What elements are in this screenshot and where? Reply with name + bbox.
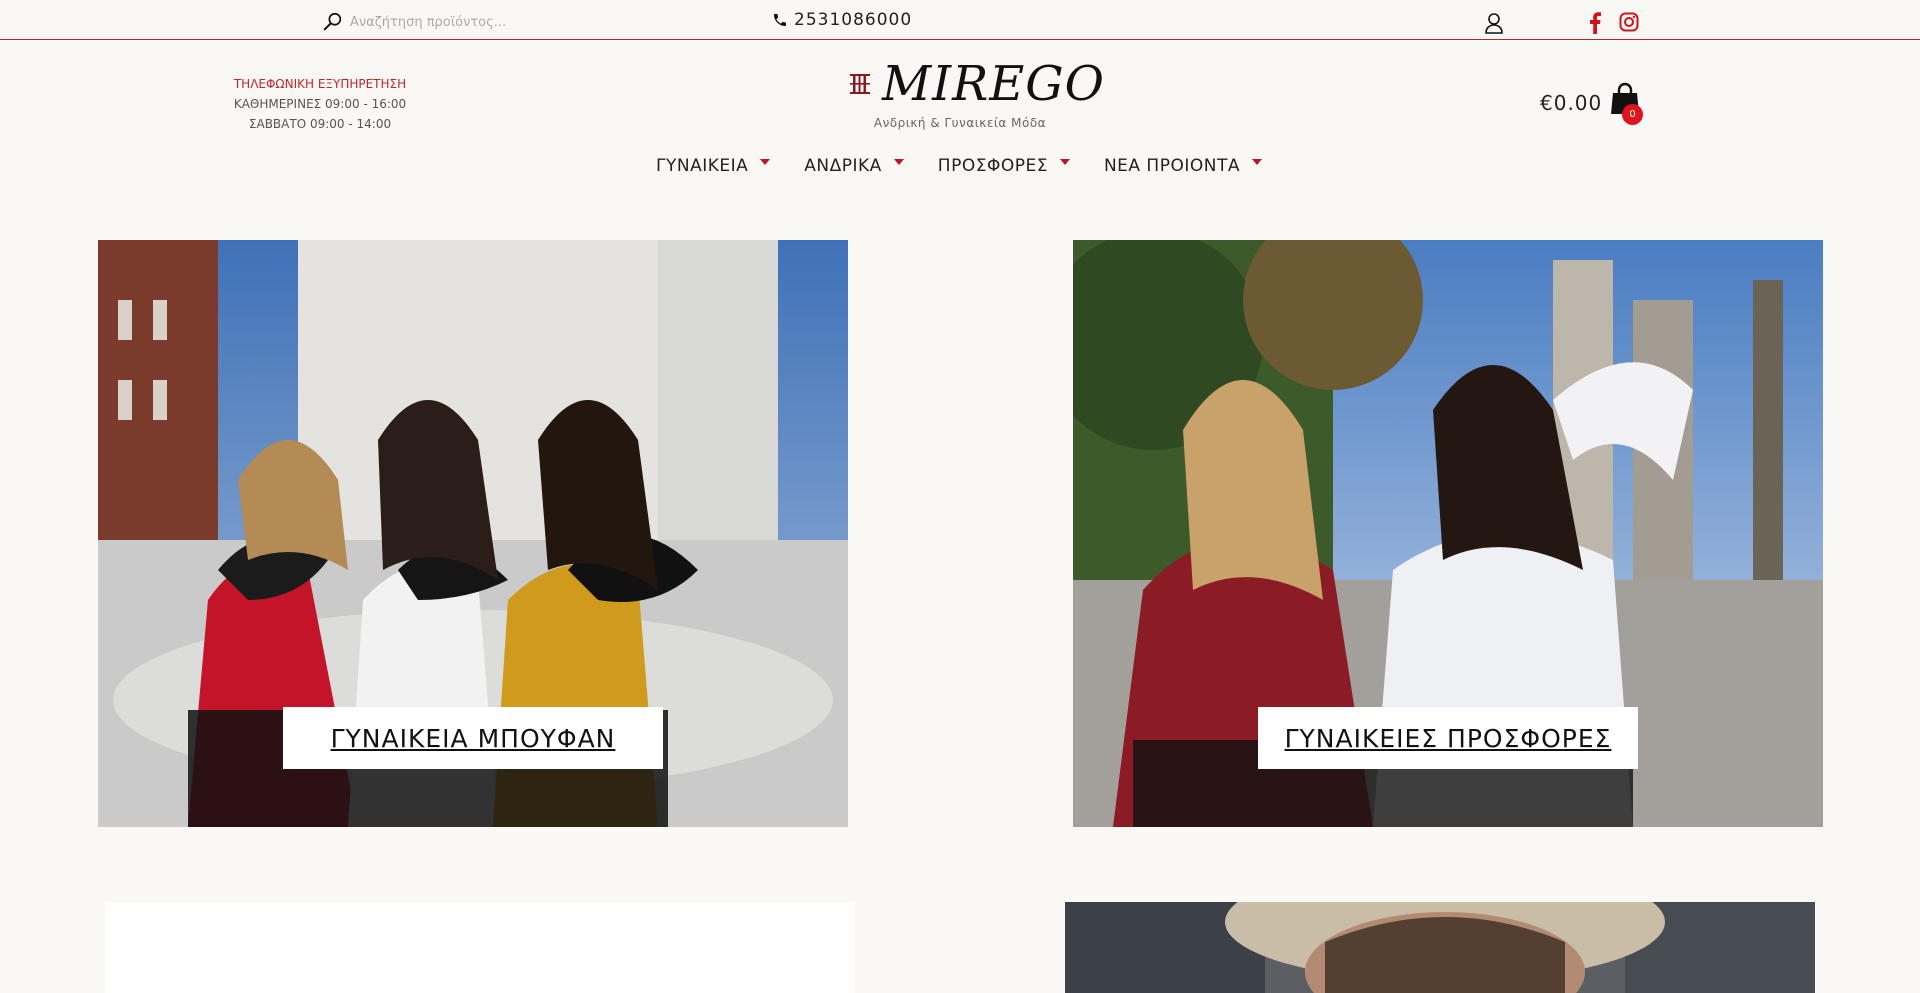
service-title: ΤΗΛΕΦΩΝΙΚΗ ΕΞΥΠΗΡΕΤΗΣΗ	[233, 77, 407, 91]
instagram-icon[interactable]	[1619, 12, 1639, 32]
caret-down-icon[interactable]	[760, 159, 771, 165]
logo-mark-icon	[850, 74, 870, 94]
nav-item-offers[interactable]: ΠΡΟΣΦΟΡΕΣ	[938, 156, 1070, 176]
nav-item-women[interactable]: ΓΥΝΑΙΚΕΙΑ	[656, 156, 771, 176]
women-offers-button[interactable]: ΓΥΝΑΙΚΕΙΕΣ ΠΡΟΣΦΟΡΕΣ	[1258, 707, 1638, 769]
search-input[interactable]	[350, 14, 550, 30]
bottom-right-banner[interactable]	[1065, 902, 1815, 993]
cart-total[interactable]: €0.00	[1540, 91, 1602, 115]
men-photo	[1065, 902, 1815, 993]
main-nav: ΓΥΝΑΙΚΕΙΑ ΑΝΔΡΙΚΑ ΠΡΟΣΦΟΡΕΣ ΝΕΑ ΠΡΟΙΟΝΤΑ	[656, 156, 1262, 176]
service-saturday: ΣΑΒΒΑΤΟ 09:00 - 14:00	[248, 117, 392, 131]
nav-item-men[interactable]: ΑΝΔΡΙΚΑ	[804, 156, 904, 176]
search-icon[interactable]	[322, 11, 344, 33]
banner-women-offers[interactable]: ΓΥΝΑΙΚΕΙΕΣ ΠΡΟΣΦΟΡΕΣ	[1073, 240, 1823, 827]
facebook-icon[interactable]	[1588, 12, 1602, 34]
women-jackets-button[interactable]: ΓΥΝΑΙΚΕΙΑ ΜΠΟΥΦΑΝ	[283, 707, 663, 769]
caret-down-icon[interactable]	[1059, 159, 1070, 165]
banner-women-jackets[interactable]: ΓΥΝΑΙΚΕΙΑ ΜΠΟΥΦΑΝ	[98, 240, 848, 827]
caret-down-icon[interactable]	[893, 159, 904, 165]
bottom-left-panel	[105, 902, 855, 993]
women-jackets-label[interactable]: ΓΥΝΑΙΚΕΙΑ ΜΠΟΥΦΑΝ	[331, 724, 616, 753]
phone-number[interactable]: 2531086000	[772, 10, 912, 30]
logo-tagline: Ανδρική & Γυναικεία Μόδα	[873, 116, 1047, 130]
cart-count-badge: 0	[1622, 104, 1643, 125]
nav-label[interactable]: ΝΕΑ ΠΡΟΙΟΝΤΑ	[1104, 156, 1240, 176]
service-weekdays: ΚΑΘΗΜΕΡΙΝΕΣ 09:00 - 16:00	[233, 97, 407, 111]
nav-label[interactable]: ΑΝΔΡΙΚΑ	[804, 156, 882, 176]
nav-label[interactable]: ΠΡΟΣΦΟΡΕΣ	[938, 156, 1048, 176]
phone-text[interactable]: 2531086000	[794, 10, 912, 30]
caret-down-icon[interactable]	[1251, 159, 1262, 165]
nav-label[interactable]: ΓΥΝΑΙΚΕΙΑ	[656, 156, 748, 176]
top-bar: 2531086000	[0, 0, 1920, 40]
logo-text[interactable]: MIREGO	[882, 56, 1105, 112]
logo[interactable]: MIREGO	[848, 56, 1105, 112]
phone-service-info: ΤΗΛΕΦΩΝΙΚΗ ΕΞΥΠΗΡΕΤΗΣΗ ΚΑΘΗΜΕΡΙΝΕΣ 09:00…	[220, 74, 420, 134]
search-box[interactable]	[322, 10, 550, 34]
nav-item-new-products[interactable]: ΝΕΑ ΠΡΟΙΟΝΤΑ	[1104, 156, 1262, 176]
user-account-icon[interactable]	[1484, 12, 1504, 34]
women-offers-label[interactable]: ΓΥΝΑΙΚΕΙΕΣ ΠΡΟΣΦΟΡΕΣ	[1285, 724, 1612, 753]
phone-icon	[774, 14, 786, 26]
